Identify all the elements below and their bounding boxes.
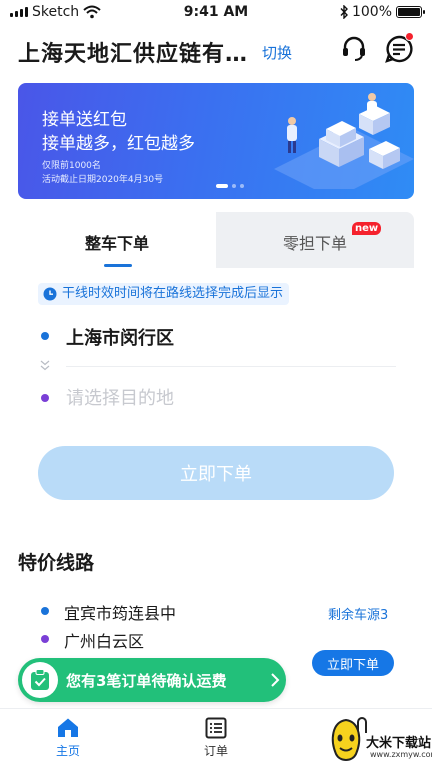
remaining-vehicles: 剩余车源3 <box>328 608 389 623</box>
site-watermark: 大米下载站 www.zxmyw.com <box>326 712 432 768</box>
banner-title: 接单送红包 <box>42 110 127 130</box>
tab-full-truckload-label: 整车下单 <box>84 234 149 253</box>
banner-dot[interactable] <box>240 184 244 188</box>
place-order-button[interactable]: 立即下单 <box>38 446 394 500</box>
tab-orders-label: 订单 <box>203 744 228 758</box>
delivery-illustration <box>274 93 414 189</box>
tab-less-than-truckload[interactable]: 零担下单 <box>216 212 414 268</box>
clock-icon <box>43 287 57 301</box>
battery-percent: 100% <box>351 4 392 20</box>
active-tab-indicator <box>104 264 132 267</box>
app-header: 上海天地汇供应链有… 切换 <box>0 26 432 76</box>
toast-text: 您有3笔订单待确认运费 <box>66 672 227 690</box>
destination-input[interactable] <box>66 384 386 412</box>
company-name: 上海天地汇供应链有… <box>18 42 249 67</box>
home-icon <box>58 718 78 737</box>
route-destination: 广州白云区 <box>64 632 145 651</box>
banner-dot-active[interactable] <box>216 184 228 188</box>
field-divider <box>66 366 396 367</box>
watermark-logo <box>331 718 361 761</box>
route-origin: 宜宾市筠连县中 <box>64 604 177 623</box>
banner-note: 仅限前1000名 <box>42 161 101 171</box>
origin-dot <box>41 332 49 340</box>
timing-notice-text: 干线时效时间将在路线选择完成后显示 <box>62 286 284 301</box>
banner-pagination <box>216 184 244 188</box>
promo-banner[interactable]: 接单送红包 接单越多，红包越多 仅限前1000名 活动截止日期2020年4月30… <box>18 83 414 199</box>
special-routes-title: 特价线路 <box>18 552 95 574</box>
status-bar: Sketch 9:41 AM 100% <box>0 0 432 26</box>
orders-icon <box>205 717 227 739</box>
bluetooth-icon <box>340 5 348 19</box>
tab-full-truckload[interactable]: 整车下单 <box>18 212 216 268</box>
watermark-url: www.zxmyw.com <box>370 750 432 759</box>
tab-home-label: 主页 <box>55 744 80 758</box>
switch-company-link[interactable]: 切换 <box>262 42 292 63</box>
battery-icon <box>396 6 425 18</box>
headset-icon[interactable] <box>340 34 368 62</box>
route-destination-dot <box>41 635 49 643</box>
origin-field[interactable]: 上海市闵行区 <box>66 324 174 350</box>
route-order-button[interactable]: 立即下单 <box>312 650 394 676</box>
double-chevron-down-icon <box>40 360 50 371</box>
unread-dot <box>405 32 414 41</box>
chevron-right-icon <box>271 673 280 687</box>
tab-home[interactable]: 主页 <box>38 717 98 759</box>
clipboard-check-icon <box>31 669 49 690</box>
timing-notice: 干线时效时间将在路线选择完成后显示 <box>38 283 290 305</box>
watermark-title: 大米下载站 <box>366 736 432 751</box>
tab-orders[interactable]: 订单 <box>186 717 246 759</box>
banner-dot[interactable] <box>232 184 236 188</box>
route-origin-dot <box>41 607 49 615</box>
toast-icon-wrap <box>22 662 58 698</box>
pending-orders-toast[interactable]: 您有3笔订单待确认运费 <box>18 658 286 702</box>
order-card: 整车下单 零担下单 new 干线时效时间将在路线选择完成后显示 上海市闵行区 立… <box>18 212 414 512</box>
new-badge: new <box>352 222 382 235</box>
tab-less-than-truckload-label: 零担下单 <box>282 234 347 253</box>
destination-dot <box>41 394 49 402</box>
status-right: 100% <box>340 4 425 20</box>
banner-subtitle: 接单越多，红包越多 <box>42 134 195 154</box>
banner-deadline: 活动截止日期2020年4月30号 <box>42 175 164 185</box>
